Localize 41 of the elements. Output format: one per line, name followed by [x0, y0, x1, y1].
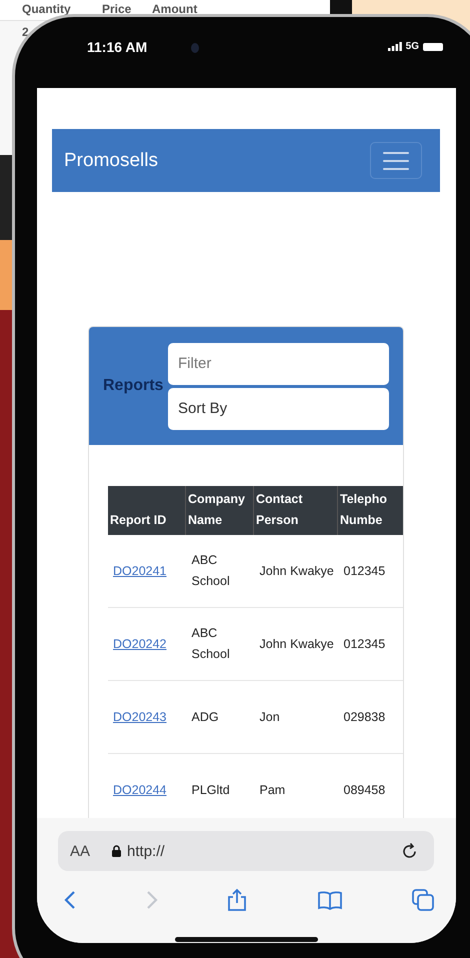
table-cell: ADG — [186, 680, 254, 754]
table-cell-text: 2 — [22, 25, 30, 41]
camera-icon — [191, 43, 199, 53]
column-header: Company Name — [186, 486, 254, 535]
battery-icon — [423, 42, 443, 50]
reload-icon[interactable] — [402, 842, 418, 860]
card-title: Reports — [103, 377, 164, 395]
back-icon[interactable] — [64, 890, 76, 910]
column-header: Telepho Numbe — [338, 486, 403, 535]
network-label: 5G — [406, 41, 419, 52]
column-header: Contact Person — [254, 486, 338, 535]
brand-link[interactable]: Promosells — [64, 150, 158, 172]
status-time: 11:16 AM — [87, 38, 148, 54]
text-size-button[interactable]: AA — [70, 842, 90, 860]
report-link[interactable]: DO20243 — [113, 710, 167, 724]
table-cell: ABC School — [186, 608, 254, 680]
filter-field[interactable]: Filter — [168, 342, 389, 384]
lock-icon — [112, 845, 122, 857]
table-cell: John Kwakye — [254, 608, 338, 680]
column-header: Amount — [152, 2, 198, 18]
table-cell: Jon — [254, 680, 338, 754]
menu-icon — [383, 150, 409, 170]
sort-field[interactable]: Sort By — [168, 388, 389, 430]
share-icon[interactable] — [227, 888, 247, 912]
address-bar[interactable]: AA http:// — [58, 831, 434, 871]
report-link[interactable]: DO20241 — [113, 564, 167, 578]
report-link[interactable]: DO20242 — [113, 636, 167, 650]
table-cell: 029838 — [338, 680, 403, 754]
tabs-icon[interactable] — [412, 889, 434, 911]
book-icon[interactable] — [316, 890, 342, 910]
menu-button[interactable] — [370, 142, 422, 179]
table-cell: ABC School — [186, 535, 254, 608]
url-text: http:// — [127, 842, 166, 860]
table-cell: 012345 — [338, 608, 403, 680]
table-cell: John Kwakye — [254, 535, 338, 608]
column-header: Quantity — [22, 2, 72, 18]
report-link[interactable]: DO20244 — [113, 782, 167, 796]
table-cell: 012345 — [338, 535, 403, 608]
column-header: Report ID — [108, 486, 186, 535]
column-header: Price — [102, 2, 132, 18]
signal-icon — [388, 42, 402, 51]
